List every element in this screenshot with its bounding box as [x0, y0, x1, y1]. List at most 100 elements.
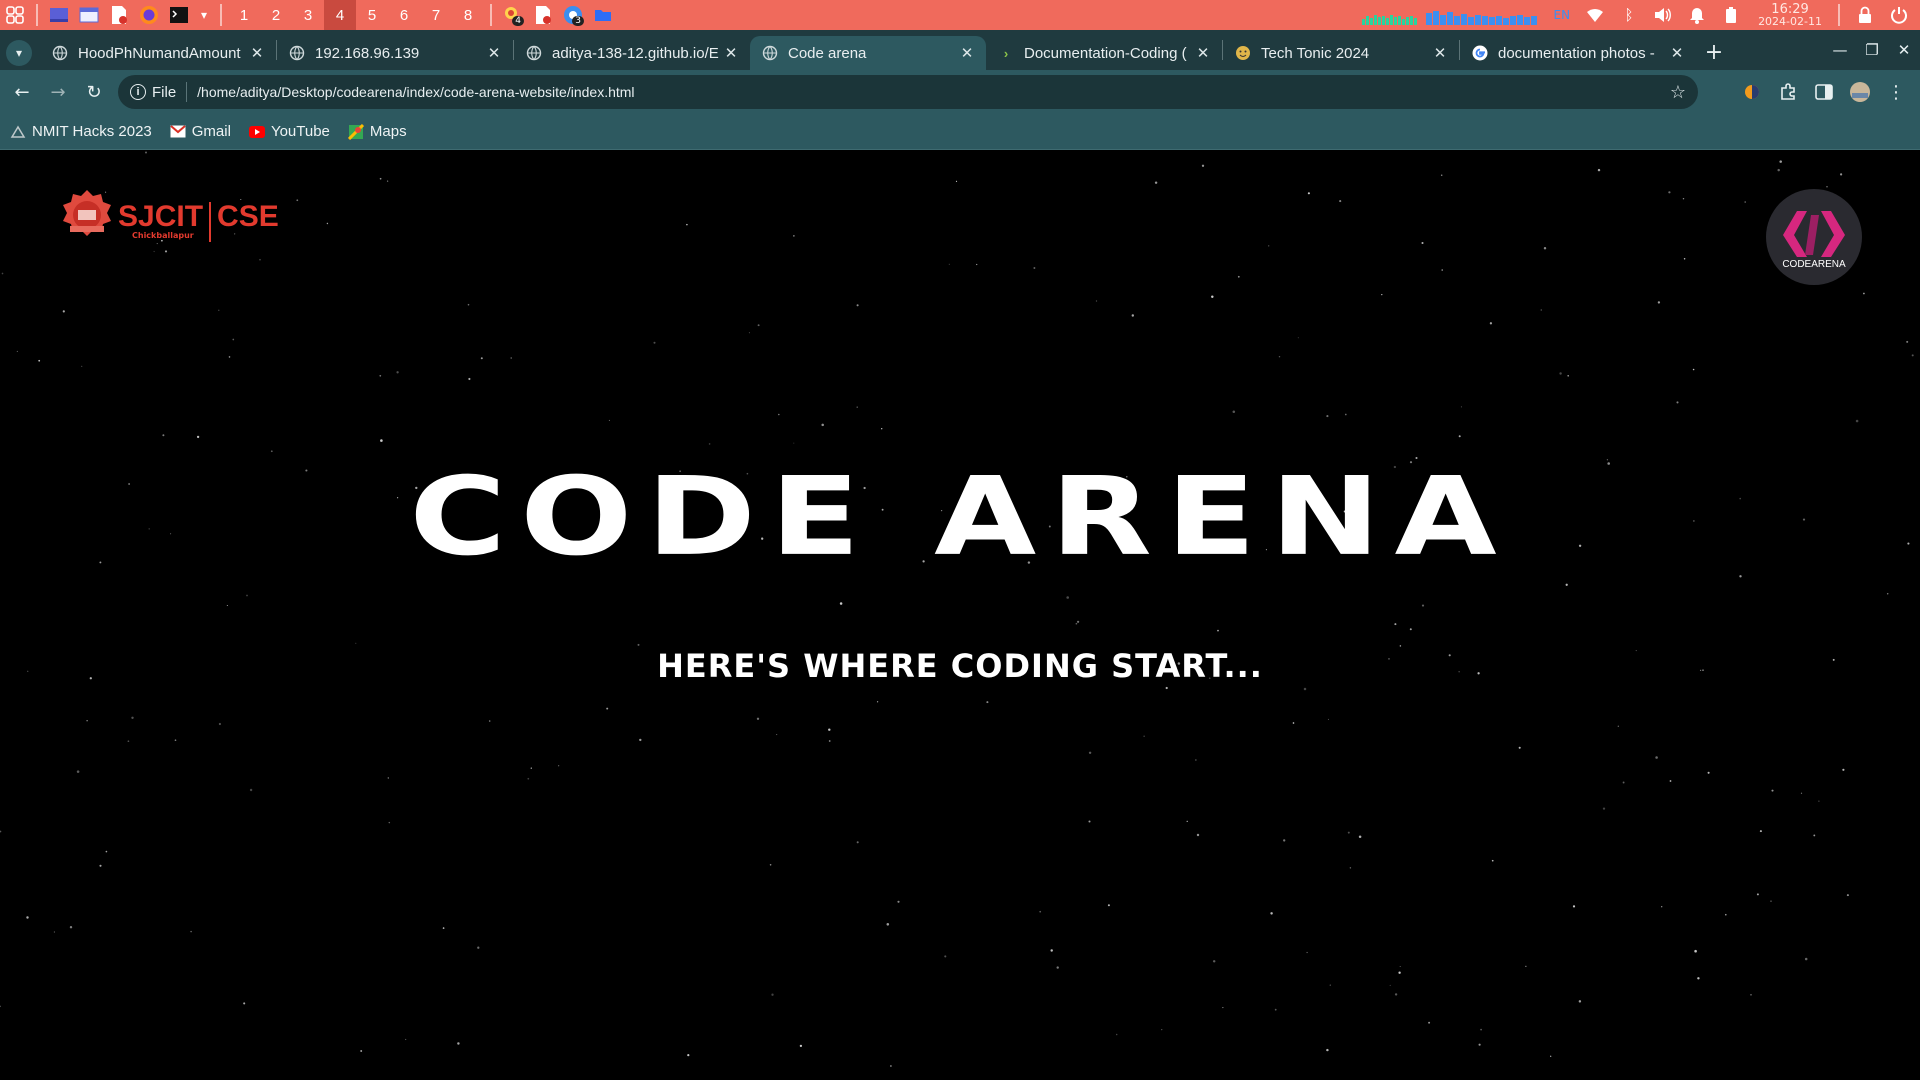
tab-title: Tech Tonic 2024	[1261, 44, 1370, 62]
lock-icon[interactable]	[1854, 4, 1876, 26]
power-icon[interactable]	[1888, 4, 1910, 26]
tab-github-io[interactable]: aditya-138-12.github.io/E ✕	[514, 36, 750, 70]
memory-meter-icon	[1425, 5, 1538, 25]
workspace-4[interactable]: 4	[324, 0, 356, 30]
close-icon[interactable]: ✕	[958, 44, 976, 62]
close-icon[interactable]: ✕	[1194, 44, 1212, 62]
folder-icon[interactable]	[592, 4, 614, 26]
keyboard-layout[interactable]: EN	[1554, 8, 1571, 22]
minimize-icon[interactable]: —	[1824, 41, 1856, 59]
extension-icon[interactable]	[1734, 74, 1770, 110]
window-manager-icon[interactable]	[78, 4, 100, 26]
tray-badge: 4	[512, 16, 524, 26]
close-icon[interactable]: ✕	[722, 44, 740, 62]
back-icon[interactable]: ←	[4, 74, 40, 110]
nmit-icon	[10, 124, 26, 140]
notification-bell-icon[interactable]	[1686, 4, 1708, 26]
globe-icon	[526, 45, 542, 61]
close-icon[interactable]: ✕	[485, 44, 503, 62]
college-name: SJCIT	[118, 200, 204, 233]
volume-icon[interactable]	[1652, 4, 1674, 26]
maps-icon	[347, 123, 364, 140]
workspace-3[interactable]: 3	[292, 0, 324, 30]
url-text[interactable]: /home/aditya/Desktop/codearena/index/cod…	[197, 84, 634, 100]
hero-title: CODE ARENA	[409, 453, 1511, 581]
reload-icon[interactable]: ↻	[76, 74, 112, 110]
workspace-5[interactable]: 5	[356, 0, 388, 30]
tab-documentation-photos[interactable]: documentation photos - ✕	[1460, 36, 1696, 70]
starfield-background	[0, 151, 1914, 1067]
close-window-icon[interactable]: ✕	[1888, 41, 1920, 59]
tab-title: Documentation-Coding (	[1024, 44, 1187, 62]
tab-documentation-coding[interactable]: › Documentation-Coding ( ✕	[986, 36, 1222, 70]
bookmark-nmit-hacks-2023[interactable]: NMIT Hacks 2023	[10, 123, 152, 140]
separator	[220, 4, 222, 26]
workspace-2[interactable]: 2	[260, 0, 292, 30]
close-icon[interactable]: ✕	[248, 44, 266, 62]
battery-icon[interactable]	[1720, 4, 1742, 26]
system-tray: EN ᛒ 16:29 2024-02-11	[1361, 0, 1920, 30]
desktop-icon[interactable]	[48, 4, 70, 26]
workspace-1[interactable]: 1	[228, 0, 260, 30]
window-controls: — ❐ ✕	[1824, 30, 1920, 70]
gmail-icon	[170, 124, 186, 140]
tab-tech-tonic-2024[interactable]: Tech Tonic 2024 ✕	[1223, 36, 1459, 70]
college-location: Chickballapur	[132, 231, 194, 240]
page-viewport: SJCIT CSE Chickballapur CODEARENA CODE AR…	[0, 151, 1920, 1080]
tab-code-arena[interactable]: Code arena ✕	[750, 36, 986, 70]
separator	[490, 4, 492, 26]
restore-icon[interactable]: ❐	[1856, 41, 1888, 59]
tab-192-168-96-139[interactable]: 192.168.96.139 ✕	[277, 36, 513, 70]
terminal-app-icon[interactable]	[168, 4, 190, 26]
side-panel-icon[interactable]	[1806, 74, 1842, 110]
chrome-app-icon[interactable]: 3	[562, 4, 584, 26]
clock[interactable]: 16:29 2024-02-11	[1758, 3, 1822, 27]
tray-app-icon[interactable]: 4	[502, 4, 524, 26]
bluetooth-icon[interactable]: ᛒ	[1618, 4, 1640, 26]
bookmark-label: Maps	[369, 123, 407, 140]
smiley-icon	[1235, 45, 1251, 61]
codearena-logo-caption: CODEARENA	[1782, 258, 1846, 270]
youtube-icon	[248, 124, 265, 140]
tab-strip: ▾ HoodPhNumandAmount ✕ 192.168.96.139 ✕ …	[0, 30, 1920, 70]
app-launcher-icon[interactable]	[4, 4, 26, 26]
bookmark-maps[interactable]: Maps	[347, 123, 407, 140]
document-app-icon[interactable]	[532, 4, 554, 26]
bookmark-label: NMIT Hacks 2023	[32, 123, 152, 140]
tab-title: aditya-138-12.github.io/E	[552, 44, 719, 62]
bookmark-gmail[interactable]: Gmail	[170, 123, 231, 140]
system-top-bar: ▾ 1 2 3 4 5 6 7 8 4 3 EN ᛒ 16:29 2024-02…	[0, 0, 1920, 30]
sjcit-logo[interactable]: SJCIT CSE Chickballapur	[60, 189, 279, 245]
extensions-puzzle-icon[interactable]	[1770, 74, 1806, 110]
workspace-8[interactable]: 8	[452, 0, 484, 30]
new-tab-button[interactable]: +	[1696, 34, 1732, 70]
hero-section: CODE ARENA	[0, 451, 1920, 583]
chevron-down-icon[interactable]: ▾	[198, 4, 210, 26]
separator	[186, 82, 188, 102]
globe-icon	[762, 45, 778, 61]
toolbar-actions: ⋮	[1734, 70, 1914, 114]
hero-tagline: HERE'S WHERE CODING START...	[657, 647, 1263, 685]
wifi-icon[interactable]	[1584, 4, 1606, 26]
site-info-button[interactable]: i File	[130, 84, 176, 101]
codearena-logo[interactable]: CODEARENA	[1766, 189, 1862, 285]
workspace-7[interactable]: 7	[420, 0, 452, 30]
globe-icon	[52, 45, 68, 61]
bookmark-label: YouTube	[270, 123, 330, 140]
menu-kebab-icon[interactable]: ⋮	[1878, 74, 1914, 110]
tab-search-button[interactable]: ▾	[6, 40, 32, 66]
close-icon[interactable]: ✕	[1668, 44, 1686, 62]
bookmark-star-icon[interactable]: ☆	[1670, 82, 1686, 103]
browser-toolbar: ← → ↻ i File /home/aditya/Desktop/codear…	[0, 70, 1920, 114]
site-info-label: File	[152, 83, 177, 101]
tab-hoodphnumandamount[interactable]: HoodPhNumandAmount ✕	[40, 36, 276, 70]
profile-avatar[interactable]	[1842, 74, 1878, 110]
forward-icon[interactable]: →	[40, 74, 76, 110]
bookmark-youtube[interactable]: YouTube	[248, 123, 330, 140]
workspace-6[interactable]: 6	[388, 0, 420, 30]
address-bar[interactable]: i File /home/aditya/Desktop/codearena/in…	[118, 75, 1698, 109]
close-icon[interactable]: ✕	[1431, 44, 1449, 62]
tray-badge: 3	[572, 16, 584, 26]
text-editor-icon[interactable]	[108, 4, 130, 26]
firefox-icon[interactable]	[138, 4, 160, 26]
